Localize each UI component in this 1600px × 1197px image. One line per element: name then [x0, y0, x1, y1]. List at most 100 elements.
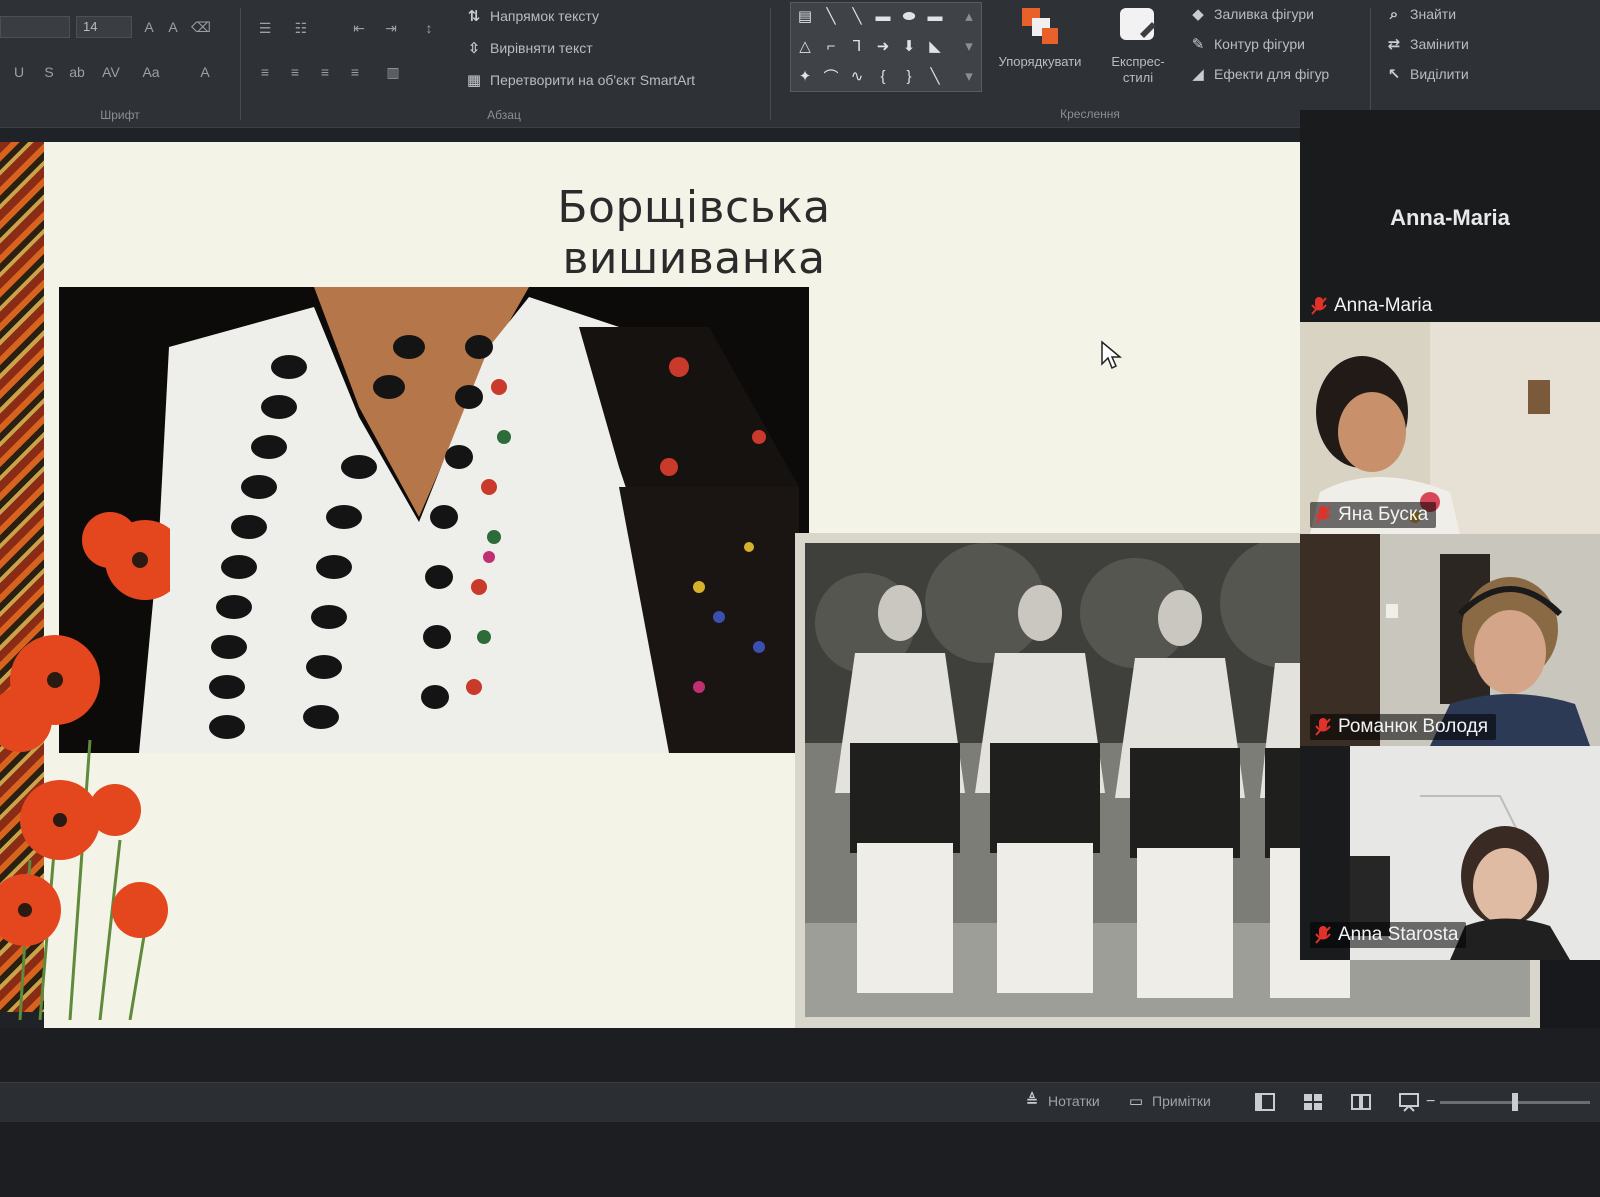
mic-muted-icon	[1315, 926, 1331, 944]
strikethrough-icon[interactable]: ab	[66, 62, 88, 82]
curve-shape-icon[interactable]: ⌒	[819, 65, 843, 87]
align-text-label: Вирівняти текст	[490, 40, 593, 56]
pencil-icon: ✎	[1191, 36, 1205, 53]
align-left-icon[interactable]: ≡	[254, 62, 276, 82]
select-button[interactable]: ↖ Виділити	[1384, 64, 1469, 84]
rectangle-shape-icon[interactable]: ▬	[871, 5, 895, 27]
wave-shape-icon[interactable]: ∿	[845, 65, 869, 87]
font-size-combo[interactable]: 14	[76, 16, 132, 38]
columns-icon[interactable]: ▥	[382, 62, 404, 82]
gallery-more-icon[interactable]: ▾	[957, 65, 981, 87]
shadow-icon[interactable]: S	[38, 62, 60, 82]
align-right-icon[interactable]: ≡	[314, 62, 336, 82]
oval-shape-icon[interactable]: ⬬	[897, 5, 921, 27]
brace-left-shape-icon[interactable]: {	[871, 65, 895, 87]
screen: 14 A A ⌫ U S ab AV Aa A Шрифт ☰ ☷ ⇤ ⇥ ↕ …	[0, 0, 1600, 1197]
star-shape-icon[interactable]: ✦	[793, 65, 817, 87]
underline-icon[interactable]: U	[8, 62, 30, 82]
align-text-icon: ⇳	[467, 40, 481, 57]
arrow-right-shape-icon[interactable]: ➜	[871, 35, 895, 57]
reading-view-icon[interactable]	[1350, 1092, 1372, 1112]
line-shape-icon[interactable]: ╲	[923, 65, 947, 87]
change-case-icon[interactable]: Aa	[140, 62, 162, 82]
shape-fill-button[interactable]: ◆ Заливка фігури	[1188, 4, 1314, 24]
font-name-combo[interactable]	[0, 16, 70, 38]
mouse-cursor-icon	[1101, 340, 1123, 370]
slideshow-icon[interactable]	[1398, 1092, 1420, 1112]
rounded-rect-shape-icon[interactable]: ▬	[923, 5, 947, 27]
connector-shape-icon[interactable]: ⅂	[845, 35, 869, 57]
connector-shape-icon[interactable]: ⌐	[819, 35, 843, 57]
normal-view-icon[interactable]	[1254, 1092, 1276, 1112]
paragraph-group: ☰ ☷ ⇤ ⇥ ↕ ≡ ≡ ≡ ≡ ▥ ⇅ Напрямок тексту ⇳ …	[244, 0, 764, 128]
decrease-indent-icon[interactable]: ⇤	[348, 18, 370, 38]
shape-fill-label: Заливка фігури	[1214, 6, 1314, 22]
active-speaker-tile[interactable]: Anna-Maria	[1300, 110, 1600, 310]
line-spacing-icon[interactable]: ↕	[418, 18, 440, 38]
notes-button[interactable]: ≜ Нотатки	[1022, 1091, 1100, 1111]
participant-label: Anna Starosta	[1310, 922, 1467, 948]
mic-muted-icon	[1311, 297, 1327, 315]
participant-tile[interactable]: Anna Starosta	[1300, 746, 1600, 960]
comments-button[interactable]: ▭ Примітки	[1126, 1091, 1211, 1111]
callout-shape-icon[interactable]: ◣	[923, 35, 947, 57]
comments-label: Примітки	[1152, 1093, 1211, 1109]
participant-label: Романюк Володя	[1310, 714, 1497, 740]
brace-right-shape-icon[interactable]: }	[897, 65, 921, 87]
zoom-slider-thumb[interactable]	[1512, 1093, 1518, 1111]
gallery-up-icon[interactable]: ▴	[957, 5, 981, 27]
shrink-font-icon[interactable]: A	[162, 17, 184, 37]
smartart-icon: ▦	[466, 72, 482, 89]
text-direction-label: Напрямок тексту	[490, 8, 600, 24]
font-group: 14 A A ⌫ U S ab AV Aa A Шрифт	[0, 0, 240, 128]
slide-sorter-icon[interactable]	[1302, 1092, 1324, 1112]
grow-font-icon[interactable]: A	[138, 17, 160, 37]
shapes-gallery[interactable]: ▤ ╲ ╲ ▬ ⬬ ▬ △ ⌐ ⅂ ➜ ⬇ ◣ ✦ ⌒ ∿ { } ╲ ▴ ▾ …	[790, 2, 982, 92]
select-label: Виділити	[1410, 66, 1469, 82]
clear-format-icon[interactable]: ⌫	[190, 17, 212, 37]
text-direction-button[interactable]: ⇅ Напрямок тексту	[464, 6, 599, 26]
triangle-shape-icon[interactable]: △	[793, 35, 817, 57]
numbering-icon[interactable]: ☷	[290, 18, 312, 38]
slide-title[interactable]: Борщівська вишиванка	[444, 182, 944, 284]
arrange-icon	[1018, 4, 1062, 48]
notes-label: Нотатки	[1048, 1093, 1100, 1109]
notes-icon: ≜	[1025, 1093, 1039, 1110]
participant-name: Романюк Володя	[1338, 716, 1489, 737]
smartart-label: Перетворити на об'єкт SmartArt	[490, 72, 696, 88]
participant-tile[interactable]: Романюк Володя	[1300, 534, 1600, 746]
font-group-label: Шрифт	[100, 108, 140, 122]
replace-button[interactable]: ⇄ Замінити	[1384, 34, 1469, 54]
effects-icon: ◢	[1192, 66, 1204, 83]
gallery-down-icon[interactable]: ▾	[957, 35, 981, 57]
align-text-button[interactable]: ⇳ Вирівняти текст	[464, 38, 593, 58]
blouse-photo[interactable]	[59, 287, 809, 753]
convert-smartart-button[interactable]: ▦ Перетворити на об'єкт SmartArt	[464, 70, 695, 90]
line-shape-icon[interactable]: ╲	[819, 5, 843, 27]
zoom-out-icon[interactable]: −	[1426, 1093, 1435, 1111]
quick-styles-icon	[1116, 4, 1160, 48]
find-button[interactable]: ⌕ Знайти	[1384, 4, 1456, 24]
quick-styles-button[interactable]: Експрес-стилі	[1098, 4, 1178, 86]
participant-tile[interactable]: Яна Буска	[1300, 322, 1600, 534]
align-center-icon[interactable]: ≡	[284, 62, 306, 82]
justify-icon[interactable]: ≡	[344, 62, 366, 82]
font-color-icon[interactable]: A	[194, 62, 216, 82]
textbox-shape-icon[interactable]: ▤	[793, 5, 817, 27]
bullets-icon[interactable]: ☰	[254, 18, 276, 38]
find-label: Знайти	[1410, 6, 1457, 22]
line-shape-icon[interactable]: ╲	[845, 5, 869, 27]
replace-icon: ⇄	[1387, 36, 1401, 53]
status-bar: ≜ Нотатки ▭ Примітки −	[0, 1082, 1600, 1122]
shape-effects-button[interactable]: ◢ Ефекти для фігур	[1188, 64, 1329, 84]
arrange-button[interactable]: Упорядкувати	[990, 4, 1090, 70]
replace-label: Замінити	[1410, 36, 1469, 52]
shape-outline-button[interactable]: ✎ Контур фігури	[1188, 34, 1305, 54]
participant-name: Anna-Maria	[1334, 295, 1433, 316]
arrow-down-shape-icon[interactable]: ⬇	[897, 35, 921, 57]
participant-tile[interactable]: Anna-Maria	[1300, 292, 1600, 322]
increase-indent-icon[interactable]: ⇥	[380, 18, 402, 38]
char-spacing-icon[interactable]: AV	[100, 62, 122, 82]
slide[interactable]: Борщівська вишиванка	[44, 142, 1540, 1029]
mic-muted-icon	[1315, 718, 1331, 736]
